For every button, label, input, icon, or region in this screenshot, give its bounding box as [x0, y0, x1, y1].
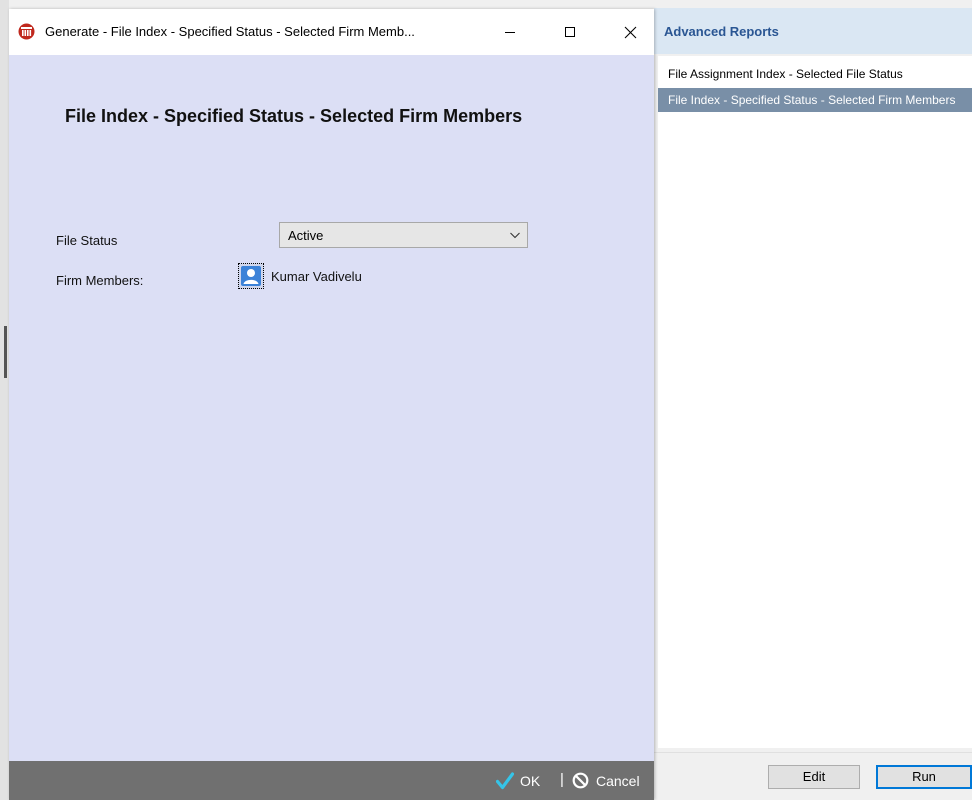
title-bar[interactable]: Generate - File Index - Specified Status… — [9, 9, 654, 55]
edit-button[interactable]: Edit — [768, 765, 860, 789]
maximize-button[interactable] — [547, 9, 593, 55]
edge-mark — [4, 326, 7, 378]
run-button[interactable]: Run — [876, 765, 972, 789]
checkmark-icon — [496, 771, 514, 789]
report-item-selected[interactable]: File Index - Specified Status - Selected… — [658, 88, 972, 112]
firm-members-label: Firm Members: — [56, 273, 144, 288]
advanced-reports-panel: Advanced Reports File Assignment Index -… — [654, 0, 972, 800]
close-button[interactable] — [607, 9, 653, 55]
file-status-select[interactable]: Active — [279, 222, 528, 248]
app-logo-icon — [18, 23, 35, 40]
report-list[interactable]: File Assignment Index - Selected File St… — [658, 56, 972, 748]
cancel-icon — [572, 772, 589, 789]
dialog-title: Generate - File Index - Specified Status… — [45, 24, 415, 39]
firm-member-picker[interactable] — [238, 263, 264, 289]
background-window-edge — [0, 0, 9, 800]
cancel-button[interactable]: Cancel — [572, 761, 640, 800]
dialog-footer: OK | Cancel — [9, 761, 654, 800]
panel-title: Advanced Reports — [664, 24, 779, 39]
cancel-label: Cancel — [596, 772, 640, 789]
chevron-down-icon — [510, 232, 520, 239]
file-status-value: Active — [288, 228, 324, 243]
minimize-button[interactable] — [487, 9, 533, 55]
minimize-icon — [505, 32, 515, 33]
maximize-icon — [565, 27, 575, 37]
footer-separator: | — [560, 771, 564, 788]
report-item[interactable]: File Assignment Index - Selected File St… — [658, 62, 972, 86]
generate-dialog: Generate - File Index - Specified Status… — [9, 9, 654, 800]
ok-label: OK — [520, 772, 541, 789]
report-heading: File Index - Specified Status - Selected… — [65, 106, 523, 126]
user-icon — [241, 266, 261, 286]
desktop: Advanced Reports File Assignment Index -… — [0, 0, 972, 800]
firm-member-name: Kumar Vadivelu — [271, 269, 362, 284]
panel-button-bar: Edit Run — [654, 752, 972, 800]
ok-button[interactable]: OK — [496, 761, 540, 800]
close-icon — [624, 26, 636, 38]
file-status-label: File Status — [56, 233, 118, 248]
